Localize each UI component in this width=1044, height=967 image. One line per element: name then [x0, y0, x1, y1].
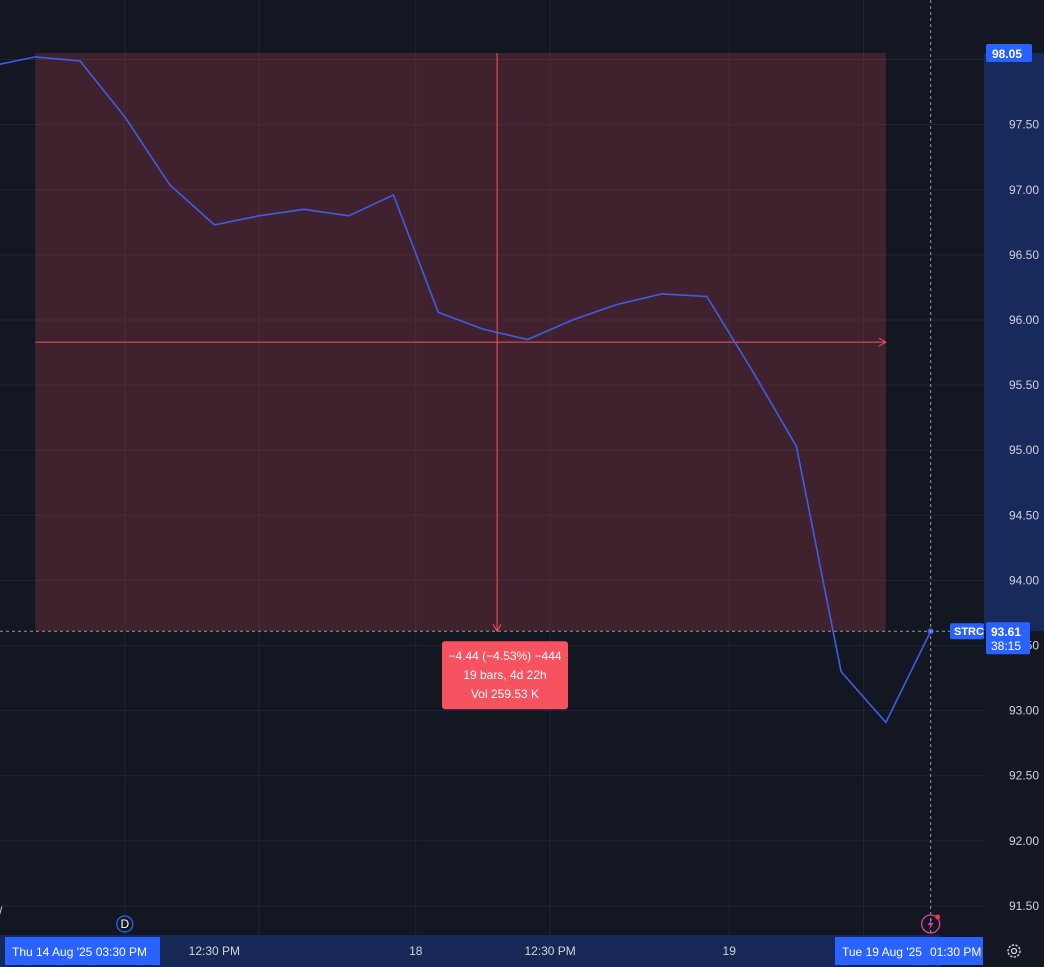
- current-price-tag: 93.61 38:15: [986, 622, 1030, 655]
- y-axis-highlight: [984, 53, 1044, 632]
- x-start-tag: Thu 14 Aug '25 03:30 PM: [5, 937, 160, 965]
- y-tick-label-12: 97.50: [1009, 118, 1039, 132]
- y-tick-label-8: 95.50: [1009, 378, 1039, 392]
- measure-info-box: −4.44 (−4.53%) −444 19 bars, 4d 22h Vol …: [442, 641, 568, 710]
- x-tick-label-2: 12:30 PM: [524, 944, 575, 958]
- price-chart[interactable]: 91.5092.0092.5093.0093.5094.0094.5095.00…: [0, 0, 1044, 967]
- x-end-time-label: 01:30 PM: [930, 945, 981, 959]
- x-start-label: Thu 14 Aug '25 03:30 PM: [12, 945, 147, 959]
- x-end-date-label: Tue 19 Aug '25: [842, 945, 922, 959]
- measure-change-label: −4.44 (−4.53%) −444: [448, 649, 561, 663]
- symbol-tag: STRC: [950, 623, 984, 640]
- x-end-tag: Tue 19 Aug '25 01:30 PM: [835, 937, 983, 965]
- y-tick-label-7: 95.00: [1009, 443, 1039, 457]
- measure-bars-label: 19 bars, 4d 22h: [463, 668, 546, 682]
- y-tick-label-5: 94.00: [1009, 573, 1039, 587]
- y-tick-label-0: 91.50: [1009, 899, 1039, 913]
- top-price-tag: 98.05: [986, 44, 1032, 63]
- x-tick-label-0: 12:30 PM: [189, 944, 240, 958]
- top-price-label: 98.05: [992, 47, 1022, 61]
- symbol-label: STRC: [954, 626, 984, 638]
- y-tick-label-1: 92.00: [1009, 834, 1039, 848]
- y-tick-label-2: 92.50: [1009, 769, 1039, 783]
- y-tick-label-9: 96.00: [1009, 313, 1039, 327]
- current-price-label: 93.61: [991, 625, 1021, 639]
- y-tick-label-3: 93.00: [1009, 704, 1039, 718]
- x-tick-label-3: 19: [723, 944, 737, 958]
- y-tick-label-10: 96.50: [1009, 248, 1039, 262]
- countdown-label: 38:15: [991, 639, 1021, 653]
- dividend-marker-label: D: [120, 917, 129, 931]
- y-tick-label-6: 94.50: [1009, 508, 1039, 522]
- measure-volume-label: Vol 259.53 K: [471, 687, 539, 701]
- x-tick-label-1: 18: [409, 944, 423, 958]
- y-tick-label-11: 97.00: [1009, 183, 1039, 197]
